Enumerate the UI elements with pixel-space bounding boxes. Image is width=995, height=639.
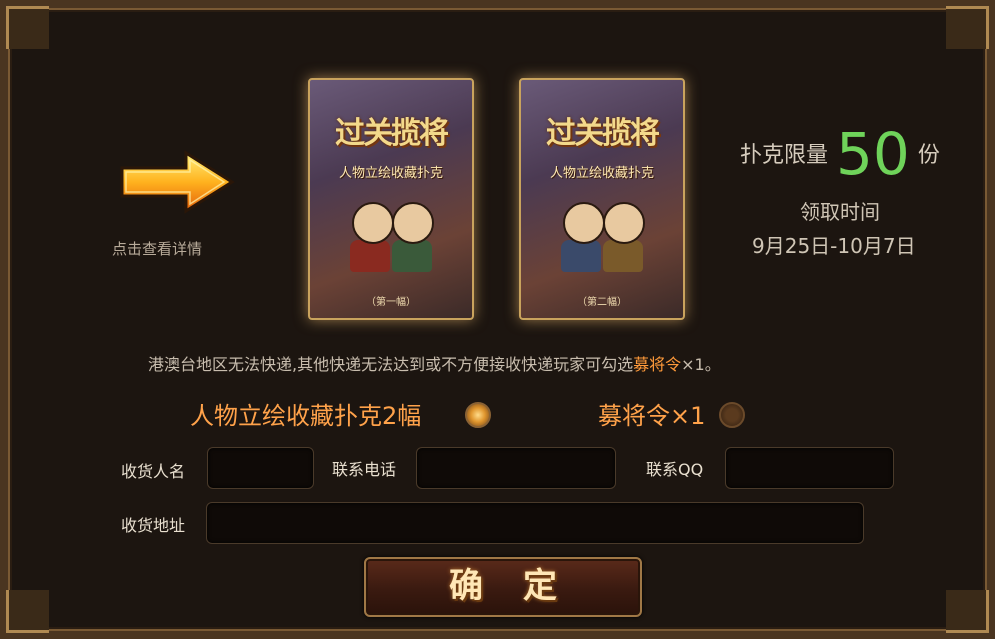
limit-unit: 份 [917,143,940,168]
option-recruit-token-radio[interactable] [719,402,745,428]
option-poker-label[interactable]: 人物立绘收藏扑克2幅 [190,396,421,431]
confirm-button[interactable]: 确定 [364,557,642,617]
poker-card-image-1[interactable]: 过关揽将 人物立绘收藏扑克 （第一幅） [308,78,474,320]
phone-input[interactable] [416,447,616,489]
receiver-name-input[interactable] [207,447,314,489]
poker-card-image-2[interactable]: 过关揽将 人物立绘收藏扑克 （第二幅） [519,78,685,320]
address-input[interactable] [206,502,864,544]
option-poker-radio[interactable] [465,402,491,428]
notice-text: 港澳台地区无法快递,其他快递无法达到或不方便接收快递玩家可勾选 [148,355,634,374]
receiver-name-label: 收货人名 [121,462,186,481]
option-recruit-token-label[interactable]: 募将令×1 [598,396,705,431]
claim-time-value: 9月25日-10月7日 [752,234,916,258]
card-logo: 过关揽将 [335,116,449,151]
frame-corner [6,6,49,49]
card-characters-illustration [559,192,649,272]
limit-info: 扑克限量 50 份 [740,120,940,188]
card-edition: （第二幅） [577,297,627,308]
phone-label: 联系电话 [332,460,397,479]
address-label: 收货地址 [121,516,186,535]
limit-prefix: 扑克限量 [740,143,829,168]
frame-corner [946,590,989,633]
notice-highlight: 募将令 [633,355,682,374]
limit-number: 50 [836,120,910,188]
qq-input[interactable] [725,447,894,489]
frame-corner [946,6,989,49]
frame-corner [6,590,49,633]
card-subtitle: 人物立绘收藏扑克 [338,166,443,181]
notice-suffix: ×1。 [681,355,721,374]
card-edition: （第一幅） [366,297,416,308]
arrow-right-icon[interactable] [118,150,236,214]
shipping-notice: 港澳台地区无法快递,其他快递无法达到或不方便接收快递玩家可勾选募将令×1。 [148,351,721,375]
card-logo: 过关揽将 [546,116,660,151]
qq-label: 联系QQ [646,460,704,479]
card-characters-illustration [348,192,438,272]
card-subtitle: 人物立绘收藏扑克 [549,166,654,181]
view-details-link[interactable]: 点击查看详情 [112,238,202,259]
claim-time-label: 领取时间 [800,200,880,224]
